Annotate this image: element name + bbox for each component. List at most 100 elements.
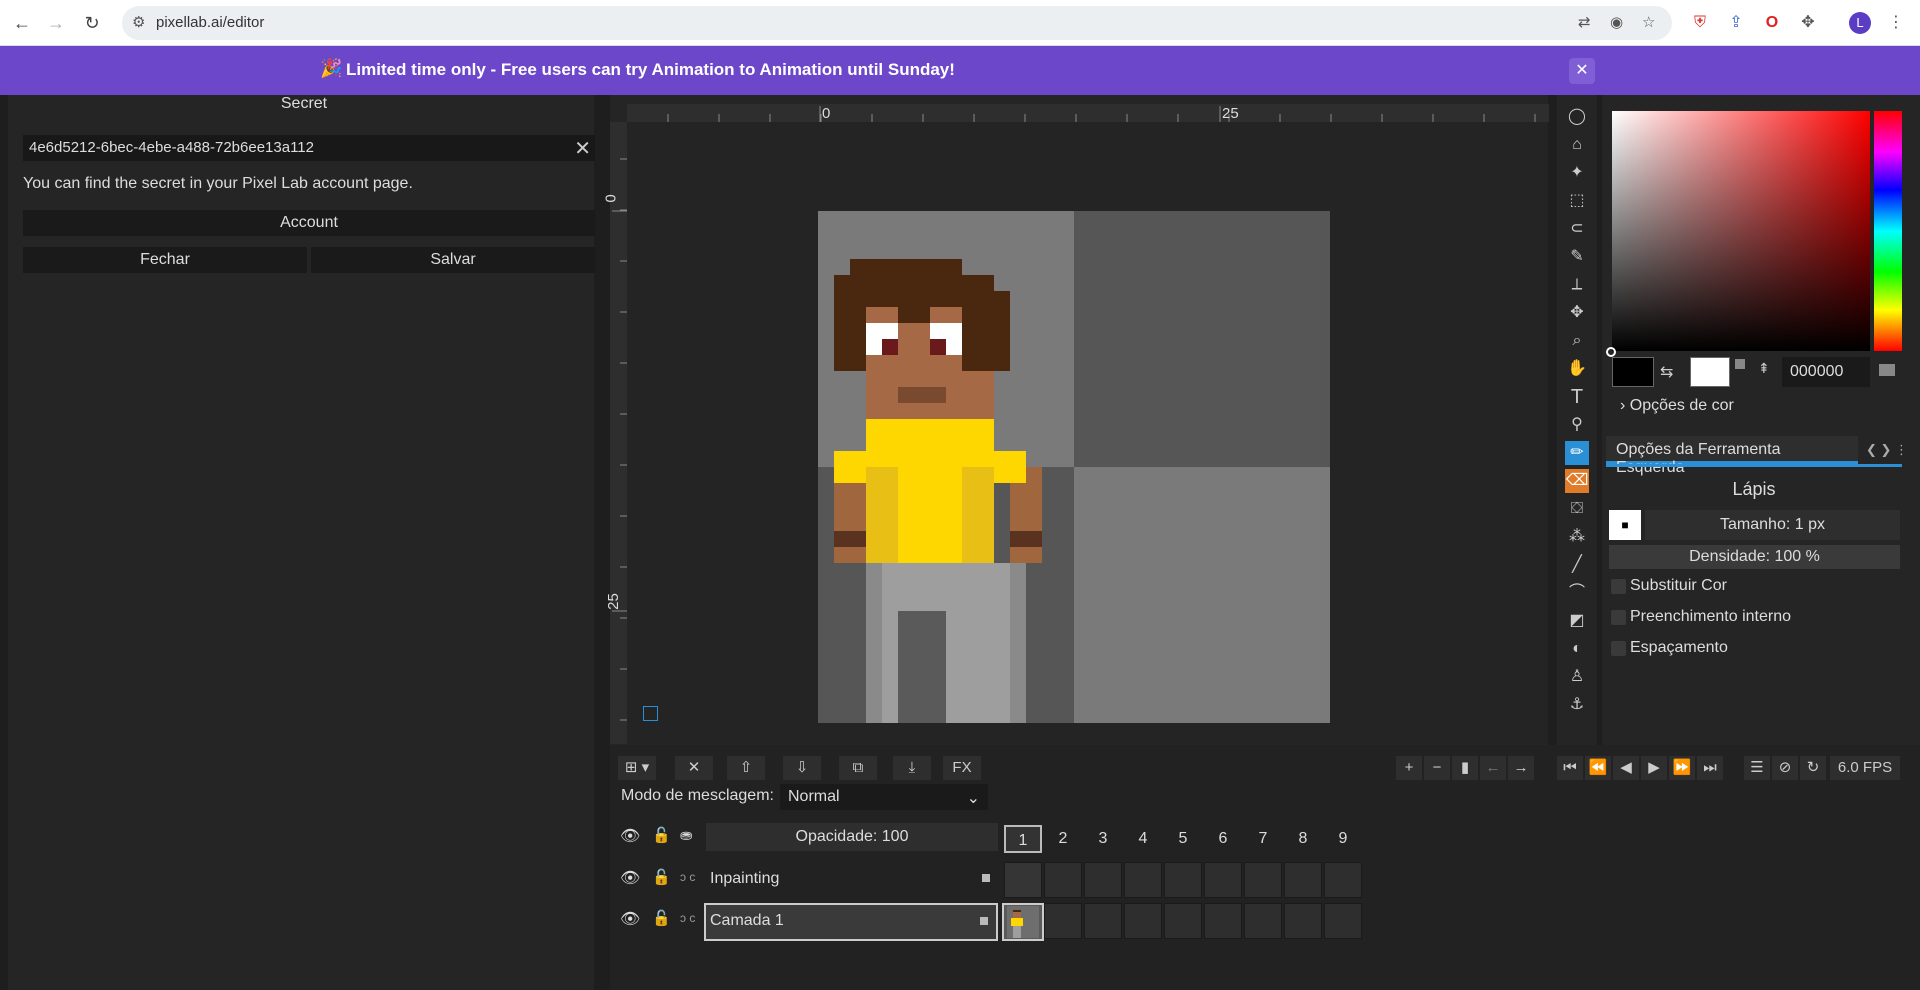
loop-icon[interactable]: ↻: [1800, 756, 1826, 780]
density-slider[interactable]: Densidade: 100 %: [1609, 545, 1900, 569]
eraser-icon[interactable]: ⌫: [1565, 469, 1589, 493]
reload-icon[interactable]: ↻: [80, 11, 104, 35]
house-shape-icon[interactable]: ⌂: [1565, 133, 1589, 157]
camada-lock-icon[interactable]: 🔓: [652, 909, 671, 927]
layer-camada-1[interactable]: Camada 1: [704, 903, 998, 941]
visibility-eye-icon[interactable]: 👁: [620, 826, 640, 846]
frame-cell[interactable]: [1284, 862, 1322, 898]
canvas-selection-indicator[interactable]: [643, 706, 658, 721]
crop-icon[interactable]: ⟂: [1565, 273, 1589, 297]
text-icon[interactable]: T: [1565, 385, 1589, 409]
extension-shield-icon[interactable]: ⛨: [1689, 12, 1711, 34]
lasso-icon[interactable]: ⊂: [1565, 217, 1589, 241]
first-frame-icon[interactable]: ⏮: [1557, 756, 1583, 780]
extension-opera-icon[interactable]: O: [1761, 12, 1783, 34]
brush-icon[interactable]: ✎: [1565, 245, 1589, 269]
tab-tool-options[interactable]: Opções da Ferramenta Esquerda: [1606, 436, 1858, 476]
frame-cell[interactable]: [1044, 862, 1082, 898]
onion-skin-icon[interactable]: ⊘: [1772, 756, 1798, 780]
move-frame-left-icon[interactable]: ←: [1480, 756, 1506, 780]
frame-cell[interactable]: [1124, 903, 1162, 939]
frame-cell[interactable]: [1284, 903, 1322, 939]
move-layer-up-icon[interactable]: ⇧: [727, 756, 765, 780]
extension-upload-icon[interactable]: ⇪: [1725, 12, 1747, 34]
pencil-icon[interactable]: ✏: [1565, 441, 1589, 465]
menu-kebab-icon[interactable]: ⋮: [1885, 12, 1907, 34]
secret-input[interactable]: 4e6d5212-6bec-4ebe-a488-72b6ee13a112 ✕: [23, 135, 595, 161]
pixel-art-canvas[interactable]: [818, 211, 1330, 723]
next-keyframe-icon[interactable]: ⏩: [1669, 756, 1695, 780]
forward-icon[interactable]: →: [44, 11, 68, 35]
close-button[interactable]: Fechar: [23, 247, 307, 273]
inner-fill-checkbox[interactable]: [1611, 610, 1626, 625]
move-frame-right-icon[interactable]: →: [1508, 756, 1534, 780]
profile-avatar[interactable]: L: [1849, 12, 1871, 34]
frame-cell[interactable]: [1324, 862, 1362, 898]
gradient-icon[interactable]: ◩: [1565, 609, 1589, 633]
move-layer-down-icon[interactable]: ⇩: [783, 756, 821, 780]
frame-cell[interactable]: [1164, 903, 1202, 939]
figure-icon[interactable]: ♙: [1565, 665, 1589, 689]
camada-link-icon[interactable]: ɔ c: [680, 911, 695, 925]
last-frame-icon[interactable]: ⏭: [1697, 756, 1723, 780]
spacing-checkbox[interactable]: [1611, 641, 1626, 656]
pin-icon[interactable]: ⇞: [1758, 360, 1770, 377]
frame-cell[interactable]: [1084, 862, 1122, 898]
line-icon[interactable]: ╱: [1565, 553, 1589, 577]
frame-number-6[interactable]: 6: [1204, 825, 1242, 853]
palette-icon[interactable]: [1879, 364, 1895, 376]
swap-colors-icon[interactable]: ⇆: [1660, 362, 1673, 382]
inpainting-visibility-icon[interactable]: 👁: [620, 868, 640, 888]
zoom-icon[interactable]: ⌕: [1565, 329, 1589, 353]
bookmark-star-icon[interactable]: ☆: [1642, 13, 1655, 31]
frame-number-2[interactable]: 2: [1044, 825, 1082, 853]
address-bar[interactable]: ⚙ pixellab.ai/editor ⇄ ◉ ☆: [122, 6, 1672, 40]
remove-frame-icon[interactable]: −: [1424, 756, 1450, 780]
clear-secret-icon[interactable]: ✕: [574, 136, 591, 161]
add-frame-icon[interactable]: +: [1396, 756, 1422, 780]
ellipse-select-icon[interactable]: ◯: [1565, 105, 1589, 129]
translate-icon[interactable]: ⇄: [1578, 13, 1591, 31]
primary-color-swatch[interactable]: [1612, 357, 1654, 387]
save-button[interactable]: Salvar: [311, 247, 595, 273]
frame-cell[interactable]: [1164, 862, 1202, 898]
size-stepper[interactable]: Tamanho: 1 px: [1645, 510, 1900, 540]
delete-layer-icon[interactable]: ✕: [675, 756, 713, 780]
frame-number-8[interactable]: 8: [1284, 825, 1322, 853]
rect-select-icon[interactable]: ⬚: [1565, 189, 1589, 213]
hue-slider[interactable]: [1874, 111, 1902, 351]
curve-icon[interactable]: ⌒: [1565, 581, 1589, 605]
frame-cell[interactable]: [1124, 862, 1162, 898]
eye-off-icon[interactable]: ◉: [1610, 13, 1623, 31]
frame-number-1[interactable]: 1: [1004, 825, 1042, 853]
frame-cell[interactable]: [1084, 903, 1122, 939]
reset-colors-icon[interactable]: [1735, 359, 1745, 369]
frame-cell[interactable]: [1324, 903, 1362, 939]
site-settings-icon[interactable]: ⚙: [132, 13, 145, 31]
frame-cell[interactable]: [1204, 903, 1242, 939]
banner-close-button[interactable]: ✕: [1569, 58, 1595, 84]
frame-cell[interactable]: [1204, 862, 1242, 898]
frame-number-4[interactable]: 4: [1124, 825, 1162, 853]
camada-visibility-icon[interactable]: 👁: [620, 909, 640, 929]
frame-cell[interactable]: [1244, 862, 1282, 898]
color-options-toggle[interactable]: › Opções de cor: [1620, 397, 1734, 415]
frame-cell[interactable]: [1004, 862, 1042, 898]
secondary-color-swatch[interactable]: [1690, 357, 1730, 387]
add-layer-button[interactable]: ⊞ ▾: [618, 756, 656, 780]
eyedropper-icon[interactable]: ⚲: [1565, 413, 1589, 437]
spray-icon[interactable]: ⁂: [1565, 525, 1589, 549]
duplicate-layer-icon[interactable]: ⧉: [839, 756, 877, 780]
frame-number-3[interactable]: 3: [1084, 825, 1122, 853]
color-cursor[interactable]: [1606, 347, 1616, 357]
replace-color-checkbox[interactable]: [1611, 579, 1626, 594]
frame-cell-thumbnail[interactable]: [1002, 903, 1044, 941]
frame-number-9[interactable]: 9: [1324, 825, 1362, 853]
play-icon[interactable]: ▶: [1641, 756, 1667, 780]
list-icon[interactable]: ☰: [1744, 756, 1770, 780]
layer-menu-icon[interactable]: [982, 874, 990, 882]
layer-menu-icon[interactable]: [980, 917, 988, 925]
frame-cell[interactable]: [1244, 903, 1282, 939]
prev-frame-icon[interactable]: ◀: [1613, 756, 1639, 780]
dither-icon[interactable]: ◐: [1565, 637, 1589, 661]
